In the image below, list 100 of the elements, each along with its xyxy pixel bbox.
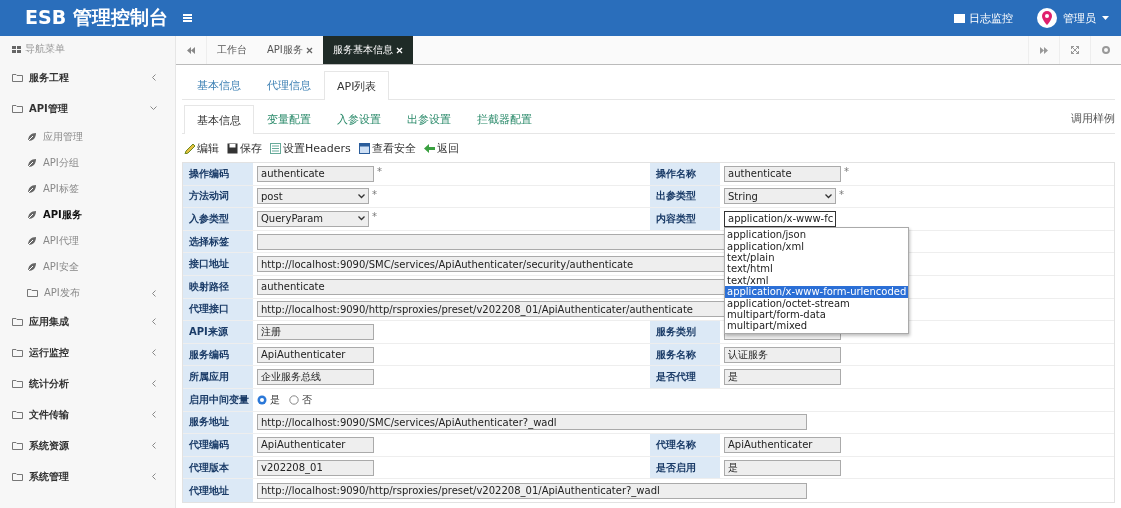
field-label: 服务类别 (650, 321, 720, 343)
arrow-left-icon (423, 142, 435, 154)
radio-label: 是 (270, 392, 280, 407)
chevron-down-icon (358, 216, 365, 222)
text-field[interactable]: v202208_01 (257, 459, 374, 476)
toolbar-button[interactable]: 设置Headers (270, 140, 351, 156)
tab[interactable]: API列表 (324, 71, 390, 100)
field-label: 代理接口 (183, 298, 253, 321)
sidebar-item[interactable]: API管理 (0, 93, 175, 124)
toolbar-button[interactable]: 保存 (227, 140, 262, 156)
grid-icon (12, 45, 21, 53)
sidebar-item[interactable]: API发布 (0, 280, 175, 306)
menu-icon[interactable] (183, 13, 192, 23)
chevron-left-icon (152, 411, 157, 418)
field-label: 服务地址 (183, 411, 253, 434)
leaf-icon (27, 210, 37, 220)
page-tab[interactable]: API服务 (257, 36, 323, 64)
sidebar-item[interactable]: 统计分析 (0, 368, 175, 399)
field-label: 操作名称 (650, 163, 720, 185)
app-title: ESB 管理控制台 (24, 5, 169, 30)
radio-button[interactable] (289, 394, 299, 405)
text-field[interactable]: http://localhost:9090/http/rsproxies/preset/v202208_01/ApiAuthenticater?_wadl (257, 482, 807, 499)
monitor-icon (954, 13, 965, 23)
text-field[interactable]: ApiAuthenticater (257, 436, 374, 453)
sidebar-item[interactable]: API代理 (0, 228, 175, 254)
page-tab[interactable]: 服务基本信息 (322, 36, 413, 64)
tab[interactable]: 代理信息 (254, 71, 324, 99)
chevron-left-icon (152, 289, 157, 297)
expand-icon (1071, 46, 1079, 54)
text-field[interactable]: authenticate (724, 165, 841, 182)
dropdown[interactable]: application/x-www-fc (724, 211, 836, 227)
field-label: 服务名称 (650, 343, 720, 366)
sidebar-item[interactable]: API分组 (0, 150, 175, 176)
dropdown[interactable]: post (257, 188, 369, 205)
field-label: 代理版本 (183, 456, 253, 479)
user-menu[interactable]: 管理员 (1063, 10, 1096, 26)
leaf-icon (27, 262, 37, 272)
text-field[interactable]: 注册 (257, 323, 374, 340)
tab[interactable]: 基本信息 (184, 105, 254, 134)
dropdown[interactable]: String (724, 188, 836, 205)
dropdown-option[interactable]: application/x-www-form-urlencoded (725, 286, 909, 298)
chevron-left-icon (152, 473, 157, 480)
call-example-link[interactable]: 调用样例 (1071, 111, 1115, 126)
leaf-icon (27, 236, 37, 246)
field-label: 所属应用 (183, 366, 253, 388)
chevron-left-icon (152, 318, 157, 325)
folder-icon (27, 288, 38, 298)
pencil-icon (184, 142, 195, 154)
chevron-left-icon (152, 380, 157, 387)
text-field[interactable]: ApiAuthenticater (257, 346, 374, 363)
dropdown[interactable]: QueryParam (257, 211, 369, 227)
dropdown-option[interactable]: multipart/mixed (725, 320, 909, 332)
radio-button[interactable] (257, 394, 267, 405)
text-field[interactable]: http://localhost:9090/SMC/services/ApiAuthenticater?_wadl (257, 414, 807, 431)
sidebar-item[interactable]: 运行监控 (0, 337, 175, 368)
field-label: 映射路径 (183, 275, 253, 298)
field-label: 服务编码 (183, 343, 253, 366)
tab[interactable]: 基本信息 (184, 71, 254, 99)
folder-icon (12, 471, 23, 482)
user-avatar[interactable] (1037, 8, 1057, 28)
chevron-left-icon (152, 349, 157, 356)
field-label: 代理地址 (183, 479, 253, 502)
chevron-down-icon (825, 193, 832, 199)
sidebar-item[interactable]: 应用集成 (0, 306, 175, 337)
text-field[interactable]: 是 (724, 459, 841, 476)
sidebar-item[interactable]: 系统资源 (0, 430, 175, 461)
text-field[interactable]: authenticate (257, 165, 374, 182)
text-field[interactable]: 企业服务总线 (257, 369, 374, 386)
field-label: API来源 (183, 321, 253, 343)
sidebar-title: 导航菜单 (25, 42, 65, 56)
sidebar-item[interactable]: 文件传输 (0, 399, 175, 430)
dropdown-option[interactable]: application/json (725, 229, 909, 241)
chevron-left-icon (152, 74, 157, 81)
required-mark: * (377, 166, 382, 177)
text-field[interactable]: 是 (724, 369, 841, 386)
dropdown-option[interactable]: application/xml (725, 240, 909, 252)
field-label: 选择标签 (183, 230, 253, 253)
field-label: 代理名称 (650, 434, 720, 456)
sidebar-item[interactable]: 应用管理 (0, 124, 175, 150)
field-label: 是否代理 (650, 366, 720, 388)
folder-icon (12, 316, 23, 327)
chevron-down-icon (150, 106, 157, 111)
log-monitor-link[interactable]: 日志监控 (969, 10, 1013, 26)
required-mark: * (844, 166, 849, 177)
tab[interactable]: 入参设置 (324, 105, 394, 133)
sidebar-item[interactable]: 系统管理 (0, 461, 175, 492)
sidebar-item[interactable]: API安全 (0, 254, 175, 280)
tab[interactable]: 出参设置 (394, 105, 464, 133)
sidebar-item[interactable]: API服务 (0, 202, 175, 228)
tab[interactable]: 拦截器配置 (464, 105, 545, 133)
tab[interactable]: 变量配置 (254, 105, 324, 133)
text-field[interactable]: ApiAuthenticater (724, 436, 841, 453)
required-mark: * (372, 211, 377, 223)
sidebar-item[interactable]: 服务工程 (0, 62, 175, 93)
caret-icon (1102, 16, 1109, 20)
text-field[interactable]: 认证服务 (724, 346, 841, 363)
toolbar-button[interactable]: 查看安全 (358, 140, 416, 156)
toolbar-button[interactable]: 编辑 (184, 140, 219, 156)
page-tab[interactable]: 工作台 (207, 36, 257, 64)
toolbar-button[interactable]: 返回 (423, 140, 459, 156)
